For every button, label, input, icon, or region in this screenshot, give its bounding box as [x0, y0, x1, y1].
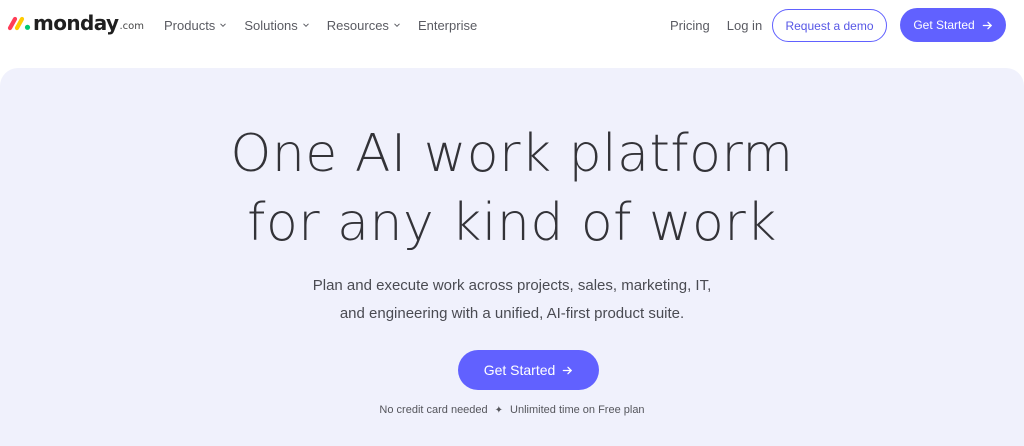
logo-tld: .com: [119, 20, 144, 32]
get-started-label: Get Started: [913, 18, 975, 32]
nav-item-label: Solutions: [244, 17, 298, 33]
hero-get-started-button[interactable]: Get Started: [458, 350, 599, 390]
hero-subtitle: Plan and execute work across projects, s…: [0, 272, 1024, 328]
nav-item-enterprise[interactable]: Enterprise: [418, 18, 477, 33]
hero-subtitle-line-1: Plan and execute work across projects, s…: [312, 277, 712, 294]
top-navigation-bar: monday .com Products Solutions Resources…: [0, 0, 1024, 66]
sparkle-icon: ✦: [494, 404, 504, 416]
hero-note: No credit card needed ✦ Unlimited time o…: [0, 404, 1024, 416]
pricing-link[interactable]: Pricing: [670, 18, 710, 33]
nav-item-solutions[interactable]: Solutions: [244, 18, 309, 33]
monday-logo[interactable]: monday .com: [7, 10, 144, 36]
nav-item-products[interactable]: Products: [164, 18, 227, 33]
logo-wordmark: monday: [33, 11, 119, 35]
main-nav: Products Solutions Resources Enterprise: [164, 14, 494, 36]
chevron-down-icon: [302, 23, 309, 28]
nav-item-label: Enterprise: [417, 17, 478, 33]
hero-cta-label: Get Started: [483, 362, 556, 378]
no-credit-card-note: No credit card needed: [379, 404, 488, 416]
chevron-down-icon: [220, 23, 227, 28]
hero-title: One AI work platform for any kind of wor…: [0, 120, 1024, 258]
free-plan-note: Unlimited time on Free plan: [510, 404, 645, 416]
nav-item-label: Resources: [326, 17, 389, 33]
nav-item-resources[interactable]: Resources: [327, 18, 401, 33]
monday-logo-mark-icon: [7, 16, 31, 31]
request-demo-label: Request a demo: [785, 18, 874, 33]
login-link[interactable]: Log in: [727, 18, 762, 33]
chevron-down-icon: [394, 23, 400, 28]
nav-item-label: Products: [164, 17, 216, 33]
arrow-right-icon: [982, 21, 992, 29]
hero-section: One AI work platform for any kind of wor…: [0, 68, 1024, 446]
hero-subtitle-line-2: and engineering with a unified, AI-first…: [339, 305, 685, 322]
header-get-started-button[interactable]: Get Started: [900, 8, 1006, 42]
hero-title-line-2: for any kind of work: [247, 193, 777, 253]
arrow-right-icon: [563, 366, 573, 374]
request-demo-button[interactable]: Request a demo: [772, 9, 887, 42]
secondary-nav: Pricing Log in: [670, 14, 762, 36]
hero-title-line-1: One AI work platform: [230, 124, 794, 184]
